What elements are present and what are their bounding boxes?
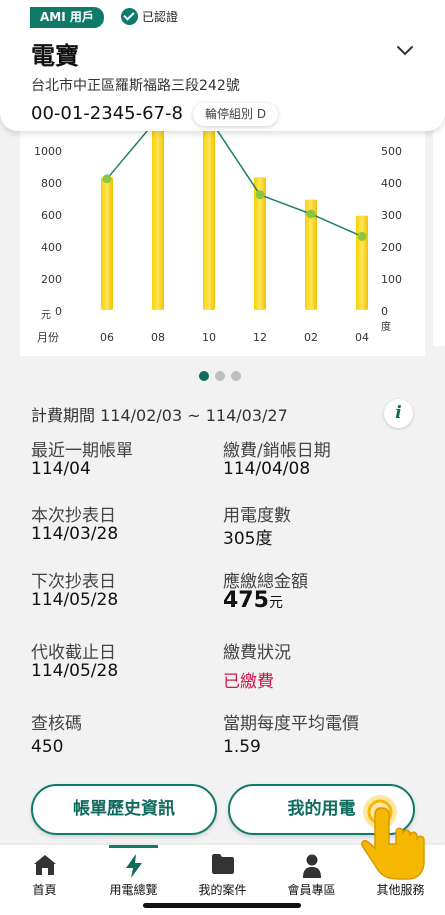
y-left-tick-label: 1000 <box>34 145 62 158</box>
payment-status-label: 繳費狀況 <box>223 643 291 663</box>
latest-bill-value: 114/04 <box>31 459 91 479</box>
y-left-tick-label: 0 <box>55 305 62 318</box>
y-left-tick-label: 600 <box>41 209 62 222</box>
kwh-point <box>306 209 316 219</box>
y-right-unit-label: 度 <box>381 320 391 333</box>
usage-chart: 02004006008001000元 0100200300400500度月份 06 0… <box>34 113 402 344</box>
kwh-point <box>357 231 367 241</box>
y-right-tick-label: 200 <box>381 241 402 254</box>
billing-period: 計費期間 114/02/03 ~ 114/03/27 <box>31 406 288 425</box>
next-read-date-value: 114/05/28 <box>31 590 119 610</box>
account-address: 台北市中正區羅斯福路三段242號 <box>31 78 240 94</box>
collection-deadline-label: 代收截止日 <box>31 643 116 663</box>
rotation-group-chip: 輪停組別 D <box>193 103 279 126</box>
meter-read-date-label: 本次抄表日 <box>31 506 116 526</box>
account-header: AMI 用戶 已認證 電寶 台北市中正區羅斯福路三段242號 00-01-234… <box>0 0 445 131</box>
check-circle-icon <box>121 8 138 25</box>
nav-usage-overview[interactable]: 用電總覽 <box>89 845 178 901</box>
y-left-tick-label: 200 <box>41 273 62 286</box>
usage-bar <box>152 118 164 310</box>
usage-kwh-label: 用電度數 <box>223 506 291 526</box>
account-name: 電寶 <box>31 42 79 70</box>
usage-chart-card: 0 200 400 600 800 1000 元 0 100 200 300 400 500 度月份 06 0… <box>20 100 425 356</box>
info-icon[interactable]: i <box>384 399 413 428</box>
account-number: 00-01-2345-67-8 <box>31 103 183 124</box>
nav-home[interactable]: 首頁 <box>0 845 89 901</box>
total-amount-unit: 元 <box>268 595 283 611</box>
pagination-dot[interactable] <box>215 371 225 381</box>
home-icon <box>33 855 56 875</box>
y-right-tick-label: 0 <box>381 305 388 318</box>
check-code-value: 450 <box>31 737 64 757</box>
usage-bar <box>101 177 113 310</box>
verified-label: 已認證 <box>142 10 179 24</box>
y-right-tick-label: 300 <box>381 209 402 222</box>
x-axis-label: 月份 <box>37 331 59 344</box>
y-left-unit-label: 元 <box>41 310 51 321</box>
y-right-tick-label: 500 <box>381 145 402 158</box>
x-tick-label: 10 <box>202 331 216 344</box>
person-icon <box>302 854 321 878</box>
avg-price-label: 當期每度平均電價 <box>223 714 359 734</box>
pagination-dot[interactable] <box>231 371 241 381</box>
total-amount-value: 475 <box>223 588 269 613</box>
nav-my-cases-label: 我的案件 <box>198 883 247 897</box>
payment-date-label: 繳費/銷帳日期 <box>223 441 331 461</box>
lightning-icon <box>125 854 142 878</box>
ami-user-badge: AMI 用戶 <box>30 7 104 28</box>
check-code-label: 查核碼 <box>31 714 82 734</box>
bill-history-button[interactable]: 帳單歷史資訊 <box>31 784 217 835</box>
nav-my-cases[interactable]: 我的案件 <box>178 845 267 901</box>
x-tick-label: 12 <box>253 331 267 344</box>
usage-kwh-value: 305度 <box>223 529 273 549</box>
nav-other-services-label: 其他服務 <box>376 883 425 897</box>
tap-hand-icon <box>361 795 425 880</box>
meter-read-date-value: 114/03/28 <box>31 524 119 544</box>
chevron-down-icon[interactable] <box>396 42 414 60</box>
nav-home-label: 首頁 <box>32 883 57 897</box>
y-right-tick-label: 400 <box>381 177 402 190</box>
nav-usage-overview-label: 用電總覽 <box>109 883 158 897</box>
verified-status: 已認證 <box>121 8 178 25</box>
x-tick-label: 08 <box>151 331 165 344</box>
y-left-tick-label: 400 <box>41 241 62 254</box>
total-amount: 475元 <box>223 588 283 613</box>
y-left-tick-label: 800 <box>41 177 62 190</box>
latest-bill-label: 最近一期帳單 <box>31 441 133 461</box>
x-tick-label: 04 <box>355 331 369 344</box>
collection-deadline-value: 114/05/28 <box>31 661 119 681</box>
y-right-tick-label: 100 <box>381 273 402 286</box>
kwh-line <box>106 117 363 238</box>
x-tick-label: 02 <box>304 331 318 344</box>
kwh-point <box>255 190 265 200</box>
nav-active-indicator <box>109 845 158 848</box>
usage-bar <box>203 118 215 310</box>
next-read-date-label: 下次抄表日 <box>31 572 116 592</box>
payment-date-value: 114/04/08 <box>223 459 311 479</box>
next-card-edge <box>433 120 445 346</box>
nav-member-zone[interactable]: 會員專區 <box>267 845 356 901</box>
home-indicator <box>143 903 301 908</box>
kwh-point <box>102 174 112 184</box>
carousel-pagination <box>199 371 241 381</box>
pagination-dot[interactable] <box>199 371 209 381</box>
payment-status-value: 已繳費 <box>223 672 274 692</box>
usage-bar <box>356 215 368 310</box>
nav-member-zone-label: 會員專區 <box>287 883 336 897</box>
folder-icon <box>211 854 234 874</box>
x-tick-label: 06 <box>100 331 114 344</box>
avg-price-value: 1.59 <box>223 737 261 757</box>
